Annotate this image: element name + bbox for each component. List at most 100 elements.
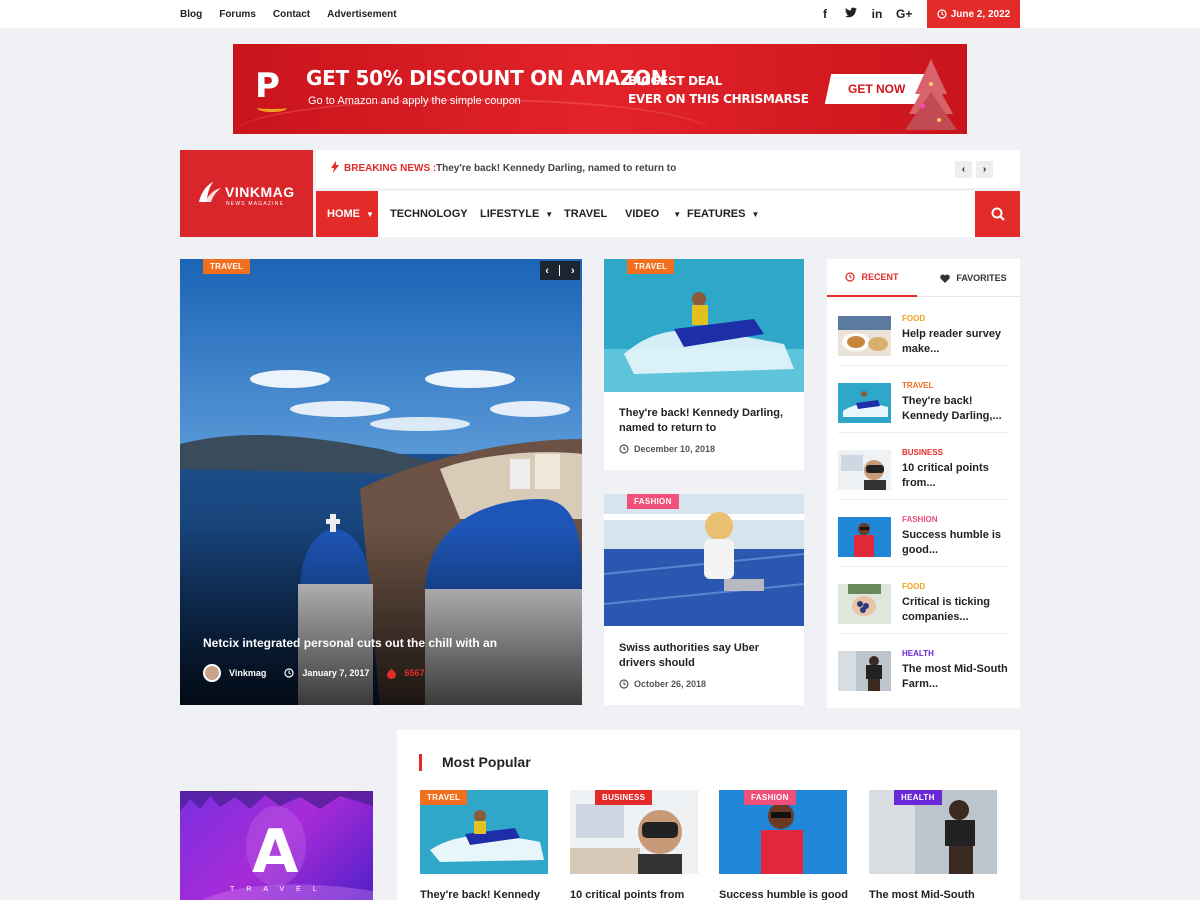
hero-slider-controls: ‹ › <box>540 261 580 280</box>
item-category[interactable]: FOOD <box>902 314 925 323</box>
item-category[interactable]: TRAVEL <box>902 381 933 390</box>
clock-icon <box>619 679 629 689</box>
item-title[interactable]: They're back! Kennedy Darling,... <box>902 394 1012 424</box>
list-item[interactable]: HEALTH The most Mid-South Farm... <box>838 634 1008 701</box>
jetski-image <box>604 259 804 392</box>
top-link-advertisement[interactable]: Advertisement <box>327 9 396 20</box>
nav-video[interactable]: VIDEO ▼ <box>625 191 681 237</box>
banner-subtext: Go to Amazon and apply the simple coupon <box>308 95 521 107</box>
article-card[interactable]: TRAVEL They're back! Kennedy Darling, nam… <box>604 259 804 470</box>
card-date: December 10, 2018 <box>619 444 715 454</box>
nav-technology[interactable]: TECHNOLOGY <box>390 191 468 237</box>
google-plus-icon[interactable]: G+ <box>896 7 912 21</box>
breaking-news-label: BREAKING NEWS : <box>344 163 437 174</box>
tab-recent[interactable]: RECENT <box>827 259 917 297</box>
card-title[interactable]: They're back! Kennedy Darling, named to r… <box>619 406 783 436</box>
hero-title[interactable]: Netcix integrated personal cuts out the … <box>203 636 497 650</box>
fashion-thumbnail <box>838 517 891 557</box>
ad-word: TRAVEL <box>230 886 329 893</box>
ad-letter: A <box>252 817 299 887</box>
item-category[interactable]: FOOD <box>902 582 925 591</box>
popular-title[interactable]: The most Mid-South <box>869 889 1004 900</box>
travel-ad[interactable]: A TRAVEL <box>180 791 373 900</box>
linkedin-icon[interactable]: in <box>870 7 884 21</box>
berries-thumbnail <box>838 584 891 624</box>
promo-banner[interactable]: P GET 50% DISCOUNT ON AMAZON Go to Amazo… <box>233 44 967 134</box>
breaking-prev-button[interactable]: ‹ <box>955 161 972 178</box>
item-title[interactable]: The most Mid-South Farm... <box>902 662 1012 692</box>
category-badge[interactable]: BUSINESS <box>595 790 653 805</box>
item-title[interactable]: Critical is ticking companies... <box>902 595 1012 625</box>
category-badge[interactable]: TRAVEL <box>203 259 251 274</box>
chevron-left-icon[interactable]: ‹ <box>545 265 549 277</box>
search-icon <box>991 207 1005 221</box>
tab-favorites[interactable]: FAVORITES <box>927 259 1020 297</box>
hero-views: 6567 <box>404 668 425 678</box>
christmas-tree-icon <box>905 59 957 130</box>
article-card[interactable]: FASHION Swiss authorities say Uber driver… <box>604 494 804 705</box>
main-nav: HOME ▼ TECHNOLOGY LIFESTYLE ▼ TRAVEL VIDEO… <box>316 191 1020 237</box>
most-popular-section: Most Popular TRAVEL They're back! Kenned… <box>397 730 1020 900</box>
fire-icon <box>387 667 397 679</box>
hero-date: January 7, 2017 <box>302 668 370 678</box>
date-text: June 2, 2022 <box>950 8 1011 20</box>
health-thumbnail <box>838 651 891 691</box>
feather-logo-icon <box>199 182 221 202</box>
twitter-icon[interactable] <box>844 7 858 21</box>
item-title[interactable]: 10 critical points from... <box>902 461 1012 491</box>
breaking-news-bar: BREAKING NEWS : They're back! Kennedy Da… <box>316 150 1020 188</box>
nav-features[interactable]: FEATURES ▼ <box>687 191 759 237</box>
fashion-image <box>604 494 804 626</box>
jetski-thumbnail <box>838 383 891 423</box>
chevron-down-icon: ▼ <box>545 209 554 219</box>
top-link-blog[interactable]: Blog <box>180 9 202 20</box>
nav-travel[interactable]: TRAVEL <box>564 191 607 237</box>
item-category[interactable]: HEALTH <box>902 649 934 658</box>
brand-tagline: NEWS MAGAZINE <box>226 201 285 207</box>
list-item[interactable]: TRAVEL They're back! Kennedy Darling,... <box>838 366 1008 433</box>
breaking-news-text[interactable]: They're back! Kennedy Darling, named to … <box>436 163 676 174</box>
hero-author[interactable]: Vinkmag <box>229 668 266 678</box>
popular-title[interactable]: Success humble is good <box>719 889 854 900</box>
chevron-down-icon: ▼ <box>673 209 682 219</box>
chevron-right-icon: › <box>982 164 987 175</box>
chevron-right-icon[interactable]: › <box>571 265 575 277</box>
hero-slider[interactable]: TRAVEL ‹ › Netcix integrated personal cut… <box>180 259 582 705</box>
card-title[interactable]: Swiss authorities say Uber drivers should <box>619 641 759 671</box>
vr-thumbnail <box>838 450 891 490</box>
popular-title[interactable]: They're back! Kennedy <box>420 889 555 900</box>
item-category[interactable]: FASHION <box>902 515 938 524</box>
category-badge[interactable]: HEALTH <box>894 790 942 805</box>
top-link-contact[interactable]: Contact <box>273 9 310 20</box>
clock-icon <box>937 9 947 19</box>
avatar <box>203 664 221 682</box>
list-item[interactable]: FOOD Critical is ticking companies... <box>838 567 1008 634</box>
top-link-forums[interactable]: Forums <box>219 9 256 20</box>
breaking-next-button[interactable]: › <box>976 161 993 178</box>
item-title[interactable]: Help reader survey make... <box>902 327 1012 357</box>
nav-lifestyle[interactable]: LIFESTYLE ▼ <box>480 191 553 237</box>
category-badge[interactable]: TRAVEL <box>420 790 468 805</box>
category-badge[interactable]: FASHION <box>627 494 679 509</box>
nav-home[interactable]: HOME ▼ <box>316 191 378 237</box>
top-links: Blog Forums Contact Advertisement <box>180 0 397 28</box>
list-item[interactable]: BUSINESS 10 critical points from... <box>838 433 1008 500</box>
amazon-p-logo: P <box>255 66 295 112</box>
food-thumbnail <box>838 316 891 356</box>
facebook-icon[interactable]: f <box>818 7 832 21</box>
sidebar-widget: RECENT FAVORITES FOOD Help reader survey… <box>827 259 1020 708</box>
category-badge[interactable]: FASHION <box>744 790 796 805</box>
chevron-left-icon: ‹ <box>961 164 966 175</box>
site-logo[interactable]: VINKMAG NEWS MAGAZINE <box>180 150 313 237</box>
popular-title[interactable]: 10 critical points from <box>570 889 705 900</box>
item-title[interactable]: Success humble is good... <box>902 528 1012 558</box>
list-item[interactable]: FOOD Help reader survey make... <box>838 299 1008 366</box>
clock-icon <box>619 444 629 454</box>
date-badge: June 2, 2022 <box>927 0 1020 28</box>
list-item[interactable]: FASHION Success humble is good... <box>838 500 1008 567</box>
lightning-icon <box>331 161 339 173</box>
clock-icon <box>284 668 294 678</box>
item-category[interactable]: BUSINESS <box>902 448 943 457</box>
category-badge[interactable]: TRAVEL <box>627 259 675 274</box>
search-button[interactable] <box>975 191 1020 237</box>
